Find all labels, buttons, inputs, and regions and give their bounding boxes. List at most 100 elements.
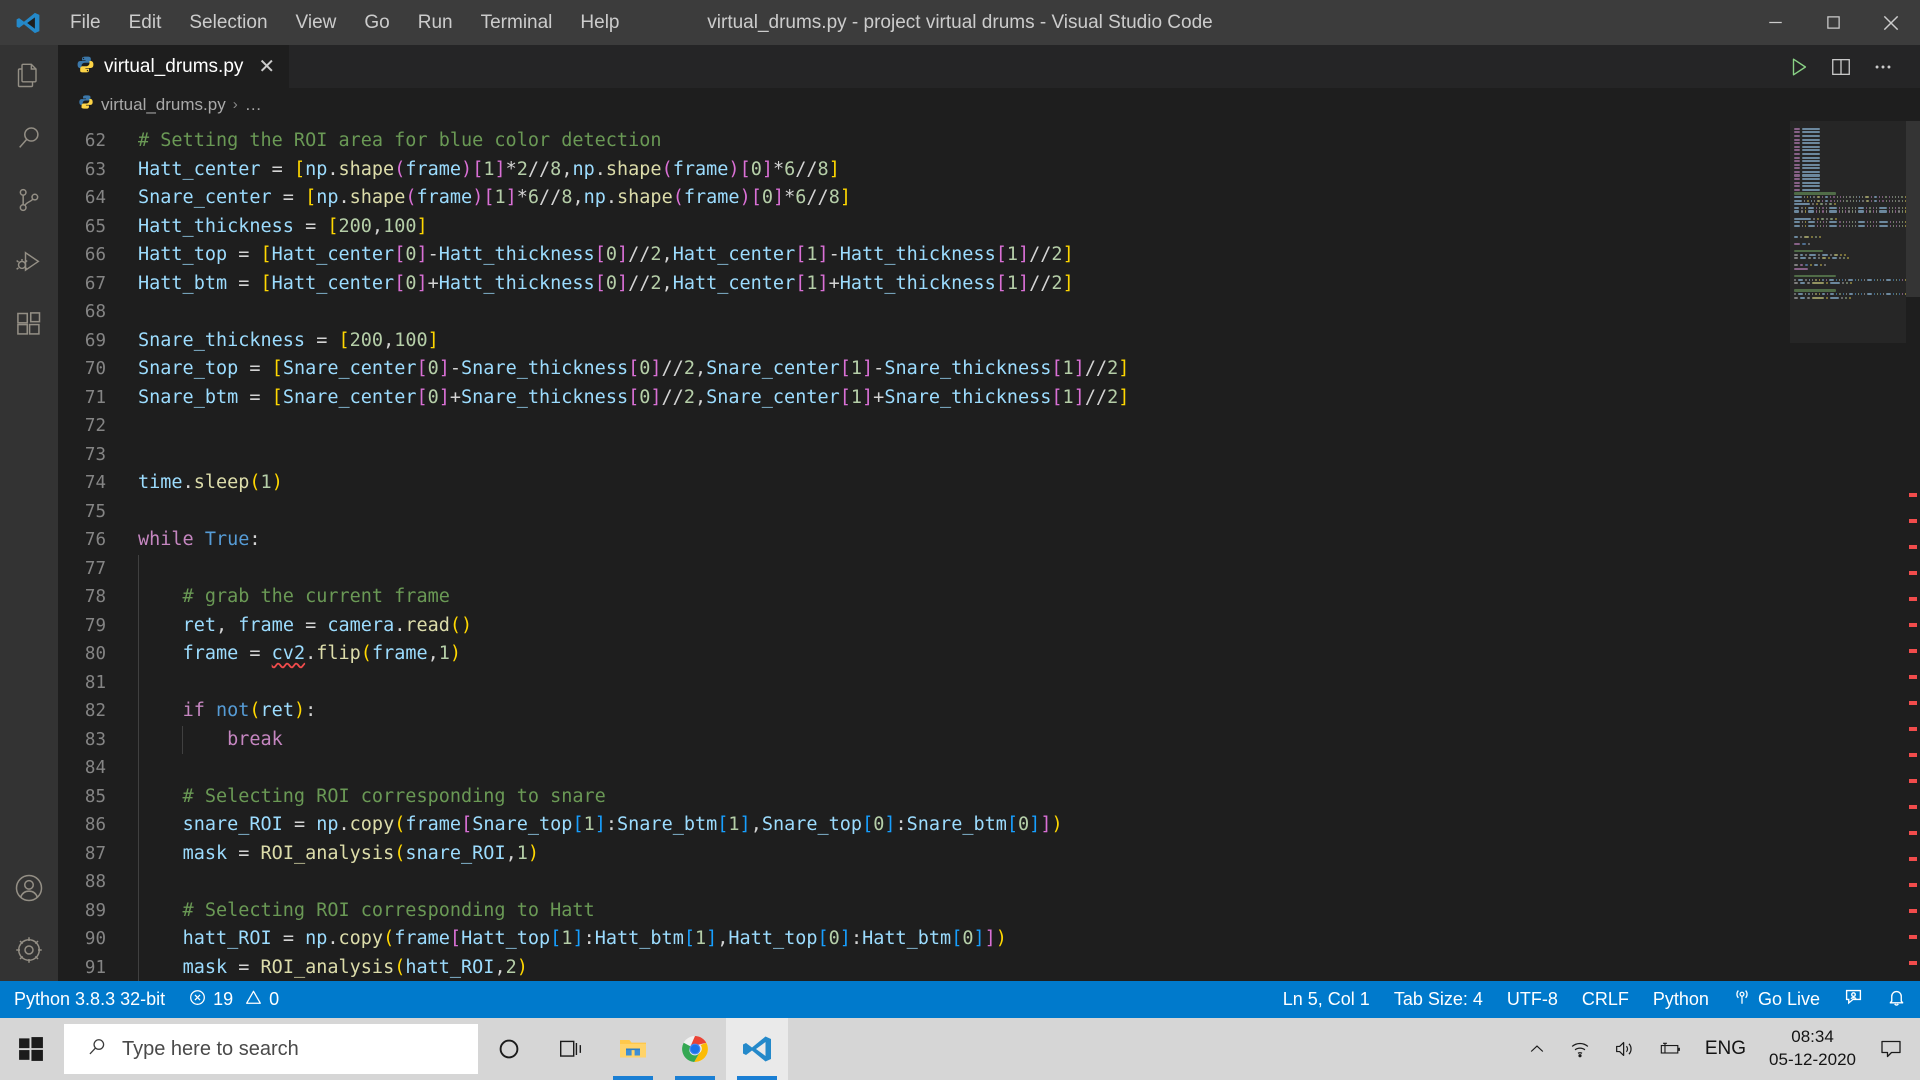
- code-line[interactable]: # Selecting ROI corresponding to Hatt: [138, 897, 1790, 926]
- editor-scrollbar[interactable]: [1906, 121, 1920, 981]
- scrollbar-error-marker[interactable]: [1909, 519, 1917, 523]
- split-editor-button[interactable]: [1822, 48, 1860, 86]
- code-line[interactable]: while True:: [138, 526, 1790, 555]
- scrollbar-error-marker[interactable]: [1909, 545, 1917, 549]
- code-line[interactable]: Hatt_top = [Hatt_center[0]-Hatt_thicknes…: [138, 241, 1790, 270]
- status-go-live[interactable]: Go Live: [1721, 981, 1832, 1018]
- action-center-button[interactable]: [1868, 1018, 1914, 1080]
- code-line[interactable]: # Setting the ROI area for blue color de…: [138, 127, 1790, 156]
- menu-run[interactable]: Run: [404, 8, 467, 38]
- status-cursor-position[interactable]: Ln 5, Col 1: [1271, 981, 1382, 1018]
- code-line[interactable]: [138, 298, 1790, 327]
- status-encoding[interactable]: UTF-8: [1495, 981, 1570, 1018]
- code-line[interactable]: Snare_center = [np.shape(frame)[1]*6//8,…: [138, 184, 1790, 213]
- code-line[interactable]: ret, frame = camera.read(): [138, 612, 1790, 641]
- scrollbar-error-marker[interactable]: [1909, 493, 1917, 497]
- language-indicator[interactable]: ENG: [1694, 1018, 1757, 1080]
- menu-go[interactable]: Go: [350, 8, 403, 38]
- code-line[interactable]: [138, 669, 1790, 698]
- code-line[interactable]: break: [138, 726, 1790, 755]
- code-line[interactable]: frame = cv2.flip(frame,1): [138, 640, 1790, 669]
- taskbar-search-box[interactable]: Type here to search: [64, 1024, 478, 1074]
- taskbar-task-view[interactable]: [540, 1018, 602, 1080]
- code-line[interactable]: [138, 754, 1790, 783]
- activity-item-explorer[interactable]: [0, 45, 58, 107]
- battery-charging-icon[interactable]: [1646, 1018, 1694, 1080]
- code-line[interactable]: hatt_ROI = np.copy(frame[Hatt_top[1]:Hat…: [138, 925, 1790, 954]
- menu-edit[interactable]: Edit: [115, 8, 176, 38]
- breadcrumb-file-name[interactable]: virtual_drums.py: [101, 95, 226, 115]
- scrollbar-error-marker[interactable]: [1909, 857, 1917, 861]
- scrollbar-error-marker[interactable]: [1909, 935, 1917, 939]
- scrollbar-error-marker[interactable]: [1909, 649, 1917, 653]
- scrollbar-error-marker[interactable]: [1909, 701, 1917, 705]
- menu-file[interactable]: File: [56, 8, 115, 38]
- scrollbar-error-marker[interactable]: [1909, 883, 1917, 887]
- breadcrumb-symbols[interactable]: …: [245, 95, 263, 115]
- code-line[interactable]: mask = ROI_analysis(snare_ROI,1): [138, 840, 1790, 869]
- tab-virtual-drums-py[interactable]: virtual_drums.py ✕: [58, 45, 290, 88]
- scrollbar-error-marker[interactable]: [1909, 675, 1917, 679]
- menu-view[interactable]: View: [282, 8, 351, 38]
- scrollbar-error-marker[interactable]: [1909, 805, 1917, 809]
- code-line[interactable]: Snare_thickness = [200,100]: [138, 327, 1790, 356]
- code-line[interactable]: Hatt_btm = [Hatt_center[0]+Hatt_thicknes…: [138, 270, 1790, 299]
- scrollbar-error-marker[interactable]: [1909, 779, 1917, 783]
- code-line[interactable]: Hatt_thickness = [200,100]: [138, 213, 1790, 242]
- scrollbar-error-marker[interactable]: [1909, 623, 1917, 627]
- activity-item-run-and-debug[interactable]: [0, 231, 58, 293]
- start-button[interactable]: [0, 1018, 62, 1080]
- maximize-button[interactable]: [1804, 0, 1862, 45]
- taskbar-clock[interactable]: 08:34 05-12-2020: [1757, 1018, 1868, 1080]
- show-hidden-icons-button[interactable]: [1516, 1018, 1558, 1080]
- scrollbar-error-marker[interactable]: [1909, 909, 1917, 913]
- code-line[interactable]: Snare_top = [Snare_center[0]-Snare_thick…: [138, 355, 1790, 384]
- code-line[interactable]: mask = ROI_analysis(hatt_ROI,2): [138, 954, 1790, 982]
- code-line[interactable]: time.sleep(1): [138, 469, 1790, 498]
- scrollbar-error-marker[interactable]: [1909, 831, 1917, 835]
- activity-item-source-control[interactable]: [0, 169, 58, 231]
- close-button[interactable]: [1862, 0, 1920, 45]
- minimize-button[interactable]: [1746, 0, 1804, 45]
- status-language-mode[interactable]: Python: [1641, 981, 1721, 1018]
- more-actions-button[interactable]: [1864, 48, 1902, 86]
- scrollbar-thumb[interactable]: [1906, 121, 1920, 297]
- scrollbar-error-marker[interactable]: [1909, 961, 1917, 965]
- status-feedback[interactable]: [1832, 981, 1875, 1018]
- activity-item-extensions[interactable]: [0, 293, 58, 355]
- scrollbar-error-marker[interactable]: [1909, 597, 1917, 601]
- scrollbar-error-marker[interactable]: [1909, 727, 1917, 731]
- status-python-interpreter[interactable]: Python 3.8.3 32-bit: [2, 981, 177, 1018]
- activity-item-accounts[interactable]: [0, 857, 58, 919]
- taskbar-google-chrome[interactable]: [664, 1018, 726, 1080]
- taskbar-file-explorer[interactable]: [602, 1018, 664, 1080]
- status-eol[interactable]: CRLF: [1570, 981, 1641, 1018]
- code-line[interactable]: snare_ROI = np.copy(frame[Snare_top[1]:S…: [138, 811, 1790, 840]
- code-line[interactable]: # grab the current frame: [138, 583, 1790, 612]
- taskbar-visual-studio-code[interactable]: [726, 1018, 788, 1080]
- activity-item-manage-settings[interactable]: [0, 919, 58, 981]
- scrollbar-error-marker[interactable]: [1909, 753, 1917, 757]
- code-line[interactable]: # Selecting ROI corresponding to snare: [138, 783, 1790, 812]
- network-wifi-icon[interactable]: [1558, 1018, 1602, 1080]
- minimap-slider[interactable]: [1790, 121, 1906, 343]
- code-line[interactable]: [138, 412, 1790, 441]
- code-scroll-area[interactable]: 6263646566676869707172737475767778798081…: [58, 121, 1790, 981]
- menu-help[interactable]: Help: [566, 8, 633, 38]
- code-content[interactable]: # Setting the ROI area for blue color de…: [120, 121, 1790, 981]
- status-problems[interactable]: 19 0: [177, 981, 291, 1018]
- tab-close-icon[interactable]: ✕: [258, 57, 275, 77]
- scrollbar-error-marker[interactable]: [1909, 571, 1917, 575]
- run-python-file-button[interactable]: [1780, 48, 1818, 86]
- code-line[interactable]: if not(ret):: [138, 697, 1790, 726]
- code-line[interactable]: [138, 441, 1790, 470]
- code-line[interactable]: Snare_btm = [Snare_center[0]+Snare_thick…: [138, 384, 1790, 413]
- status-indentation[interactable]: Tab Size: 4: [1382, 981, 1495, 1018]
- status-notifications[interactable]: [1875, 981, 1918, 1018]
- taskbar-cortana[interactable]: [478, 1018, 540, 1080]
- activity-item-search[interactable]: [0, 107, 58, 169]
- menu-terminal[interactable]: Terminal: [467, 8, 567, 38]
- code-line[interactable]: [138, 498, 1790, 527]
- minimap[interactable]: [1790, 121, 1906, 981]
- code-line[interactable]: [138, 868, 1790, 897]
